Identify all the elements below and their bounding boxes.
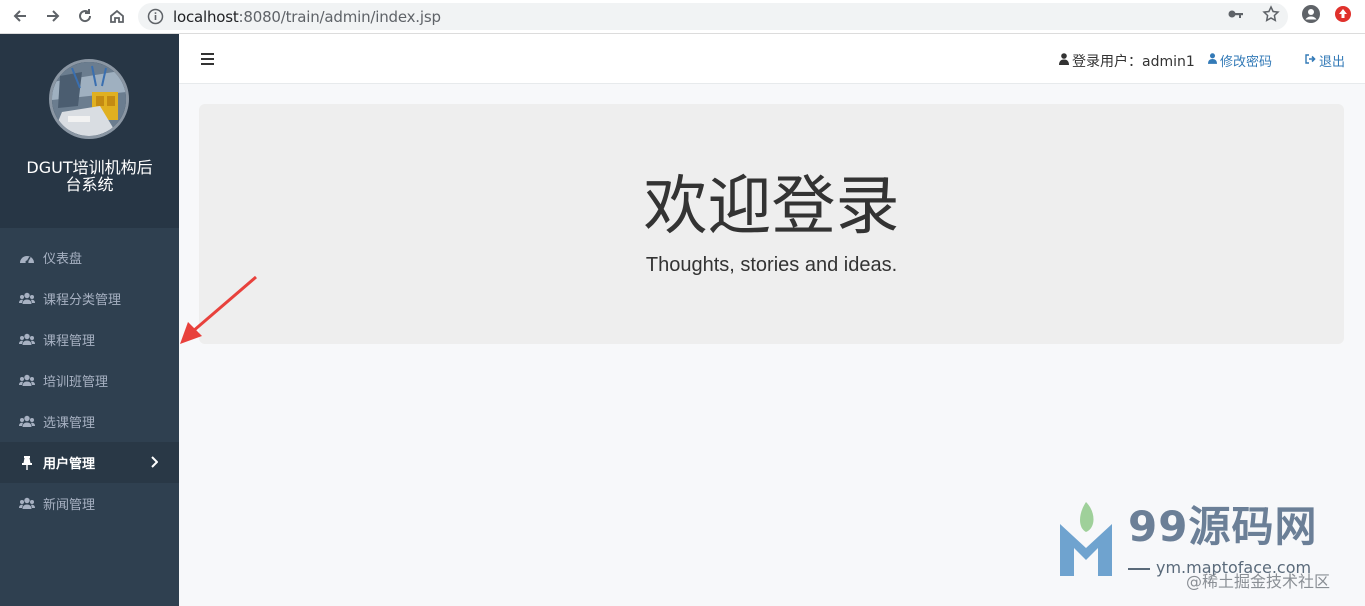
reload-icon[interactable]	[74, 5, 96, 27]
sidebar-item-label: 新闻管理	[43, 498, 96, 513]
welcome-title: 欢迎登录	[643, 170, 900, 244]
sidebar-menu: 仪表盘 课程分类管理 课程管理 培训班管理 选课管理 用户管理 新闻管理	[0, 237, 179, 524]
home-icon[interactable]	[106, 5, 128, 27]
sidebar-item-user-management[interactable]: 用户管理	[0, 442, 179, 483]
brand-line-2: 台系统	[65, 175, 114, 194]
change-password-link[interactable]: 修改密码	[1208, 51, 1272, 70]
user-icon	[1059, 53, 1069, 69]
users-icon	[19, 292, 35, 306]
sidebar-item-label: 课程管理	[43, 334, 96, 349]
logout-label: 退出	[1319, 55, 1346, 70]
user-icon	[1208, 53, 1217, 68]
chevron-right-icon	[150, 456, 159, 472]
sidebar-item-label: 选课管理	[43, 416, 96, 431]
sidebar-header: DGUT培训机构后 台系统	[0, 34, 179, 228]
sidebar-item-label: 用户管理	[43, 457, 96, 472]
key-icon[interactable]	[1226, 4, 1246, 24]
watermark-title: 99源码网	[1128, 502, 1318, 551]
watermark-logo-icon	[1060, 502, 1112, 576]
sidebar-item-label: 仪表盘	[43, 252, 83, 267]
current-user-label: 登录用户：admin1	[1072, 54, 1195, 70]
sign-out-icon	[1305, 53, 1316, 68]
info-icon[interactable]	[147, 8, 164, 25]
welcome-subtitle: Thoughts, stories and ideas.	[645, 254, 898, 276]
users-icon	[19, 415, 35, 429]
sidebar-item-dashboard[interactable]: 仪表盘	[0, 237, 179, 278]
users-icon	[19, 333, 35, 347]
logout-link[interactable]: 退出	[1305, 51, 1345, 70]
menu-toggle-icon[interactable]	[201, 53, 214, 65]
url-text: localhost:8080/train/admin/index.jsp	[173, 8, 441, 26]
sidebar-item-course-selection[interactable]: 选课管理	[0, 401, 179, 442]
sidebar-item-label: 培训班管理	[43, 375, 109, 390]
back-icon[interactable]	[9, 5, 31, 27]
sidebar-item-training-class[interactable]: 培训班管理	[0, 360, 179, 401]
annotation-arrow-icon	[180, 275, 257, 344]
forward-icon[interactable]	[42, 5, 64, 27]
browser-toolbar: localhost:8080/train/admin/index.jsp	[0, 0, 1365, 34]
users-icon	[19, 497, 35, 511]
brand-title: DGUT培训机构后 台系统	[0, 159, 179, 193]
sidebar-item-news[interactable]: 新闻管理	[0, 483, 179, 524]
account-icon[interactable]	[1301, 4, 1321, 24]
star-icon[interactable]	[1261, 4, 1281, 24]
sidebar-item-course-category[interactable]: 课程分类管理	[0, 278, 179, 319]
sidebar-item-course[interactable]: 课程管理	[0, 319, 179, 360]
users-icon	[19, 374, 35, 388]
watermark-credit: @稀土掘金技术社区	[1186, 572, 1331, 591]
change-password-label: 修改密码	[1220, 55, 1273, 70]
address-bar[interactable]: localhost:8080/train/admin/index.jsp	[138, 3, 1288, 30]
extension-icon[interactable]	[1333, 4, 1353, 24]
brand-line-1: DGUT培训机构后	[26, 158, 153, 177]
current-user: 登录用户：admin1	[1059, 51, 1195, 71]
top-navbar: 登录用户：admin1 修改密码 退出	[179, 34, 1365, 84]
pin-icon	[19, 455, 35, 470]
dashboard-icon	[19, 251, 35, 265]
avatar[interactable]	[49, 59, 129, 139]
sidebar: DGUT培训机构后 台系统 仪表盘 课程分类管理 课程管理 培训班管理 选课管理…	[0, 34, 179, 606]
welcome-jumbotron: 欢迎登录 Thoughts, stories and ideas.	[199, 104, 1344, 344]
sidebar-item-label: 课程分类管理	[43, 293, 122, 308]
